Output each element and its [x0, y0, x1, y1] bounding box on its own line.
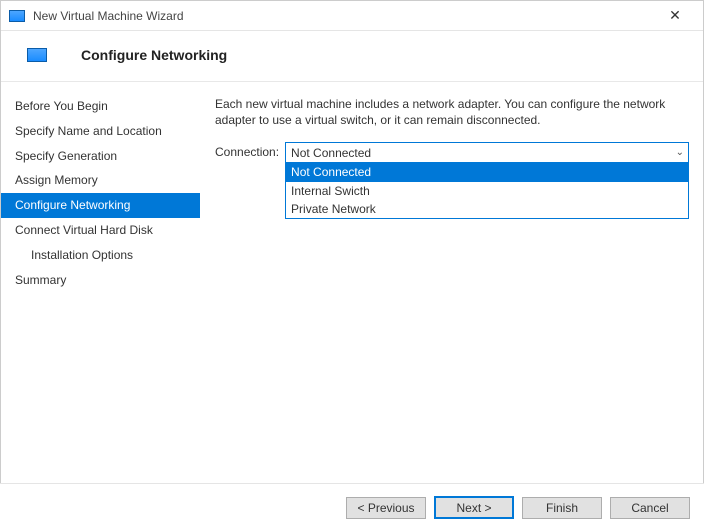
connection-label: Connection:: [215, 142, 285, 159]
wizard-header: Configure Networking: [1, 31, 703, 82]
description-text: Each new virtual machine includes a netw…: [215, 96, 689, 128]
cancel-button[interactable]: Cancel: [610, 497, 690, 519]
previous-button[interactable]: < Previous: [346, 497, 426, 519]
step-connect-vhd[interactable]: Connect Virtual Hard Disk: [1, 218, 200, 243]
step-configure-networking[interactable]: Configure Networking: [1, 193, 200, 218]
connection-combobox-wrap: Not Connected ⌄ Not Connected Internal S…: [285, 142, 689, 163]
app-icon: [9, 10, 25, 22]
step-installation-options[interactable]: Installation Options: [1, 243, 200, 268]
connection-combobox[interactable]: Not Connected ⌄: [285, 142, 689, 163]
content-panel: Each new virtual machine includes a netw…: [201, 82, 703, 477]
titlebar: New Virtual Machine Wizard ✕: [1, 1, 703, 31]
wizard-body: Before You Begin Specify Name and Locati…: [1, 82, 703, 477]
step-summary[interactable]: Summary: [1, 268, 200, 293]
connection-dropdown: Not Connected Internal Swicth Private Ne…: [285, 163, 689, 219]
step-specify-name-location[interactable]: Specify Name and Location: [1, 119, 200, 144]
connection-row: Connection: Not Connected ⌄ Not Connecte…: [215, 142, 689, 163]
wizard-footer: < Previous Next > Finish Cancel: [0, 483, 704, 531]
step-specify-generation[interactable]: Specify Generation: [1, 144, 200, 169]
page-title: Configure Networking: [81, 47, 227, 63]
window-title: New Virtual Machine Wizard: [33, 9, 655, 23]
option-internal-switch[interactable]: Internal Swicth: [286, 182, 688, 200]
close-button[interactable]: ✕: [655, 2, 695, 30]
step-assign-memory[interactable]: Assign Memory: [1, 168, 200, 193]
chevron-down-icon: ⌄: [676, 147, 684, 158]
next-button[interactable]: Next >: [434, 496, 514, 519]
close-icon: ✕: [669, 7, 681, 24]
option-not-connected[interactable]: Not Connected: [286, 163, 688, 181]
connection-selected-value: Not Connected: [291, 146, 676, 160]
wizard-header-icon: [27, 48, 47, 62]
finish-button[interactable]: Finish: [522, 497, 602, 519]
steps-sidebar: Before You Begin Specify Name and Locati…: [1, 82, 201, 477]
step-before-you-begin[interactable]: Before You Begin: [1, 94, 200, 119]
option-private-network[interactable]: Private Network: [286, 200, 688, 218]
